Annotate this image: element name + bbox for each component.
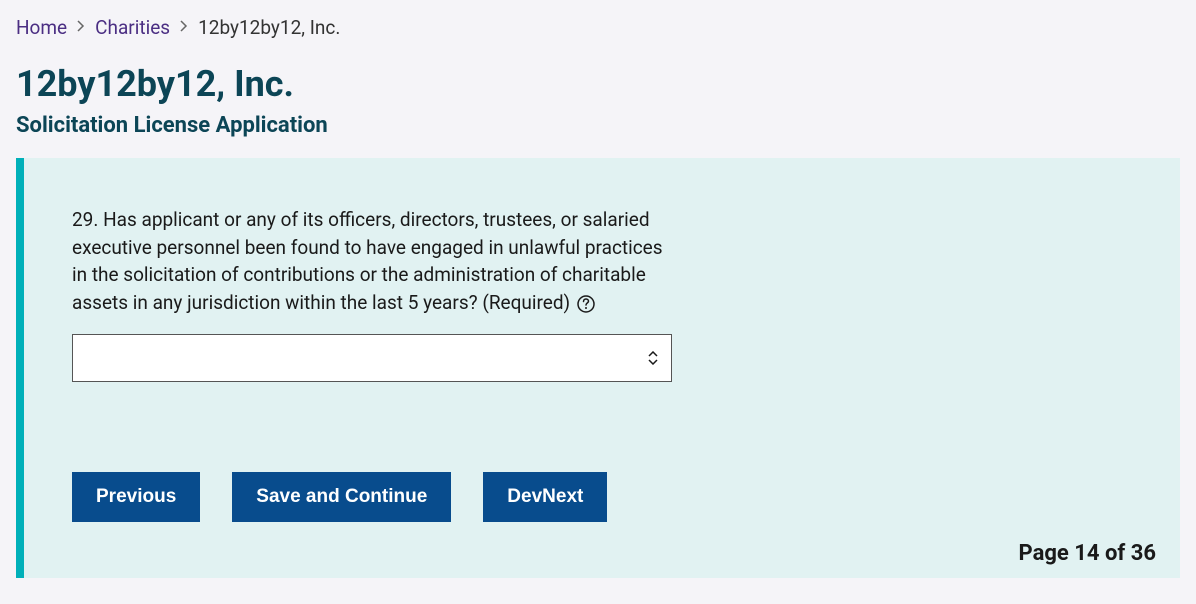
breadcrumb-current: 12by12by12, Inc.	[198, 16, 340, 39]
question-block: 29. Has applicant or any of its officers…	[72, 206, 672, 382]
question-text: 29. Has applicant or any of its officers…	[72, 208, 663, 314]
select-wrapper	[72, 334, 672, 382]
help-icon[interactable]	[577, 295, 595, 313]
page-subtitle: Solicitation License Application	[16, 113, 1180, 138]
devnext-button[interactable]: DevNext	[483, 472, 607, 522]
page-title: 12by12by12, Inc.	[16, 63, 1180, 105]
button-row: Previous Save and Continue DevNext	[72, 472, 1132, 522]
breadcrumb: Home Charities 12by12by12, Inc.	[16, 16, 1180, 39]
question-label: 29. Has applicant or any of its officers…	[72, 206, 672, 316]
chevron-right-icon	[77, 20, 85, 36]
chevron-right-icon	[180, 20, 188, 36]
question-select[interactable]	[72, 334, 672, 382]
save-continue-button[interactable]: Save and Continue	[232, 472, 451, 522]
previous-button[interactable]: Previous	[72, 472, 200, 522]
breadcrumb-home-link[interactable]: Home	[16, 16, 67, 39]
form-panel: 29. Has applicant or any of its officers…	[16, 158, 1180, 578]
breadcrumb-charities-link[interactable]: Charities	[95, 16, 170, 39]
page-indicator: Page 14 of 36	[1019, 541, 1156, 566]
